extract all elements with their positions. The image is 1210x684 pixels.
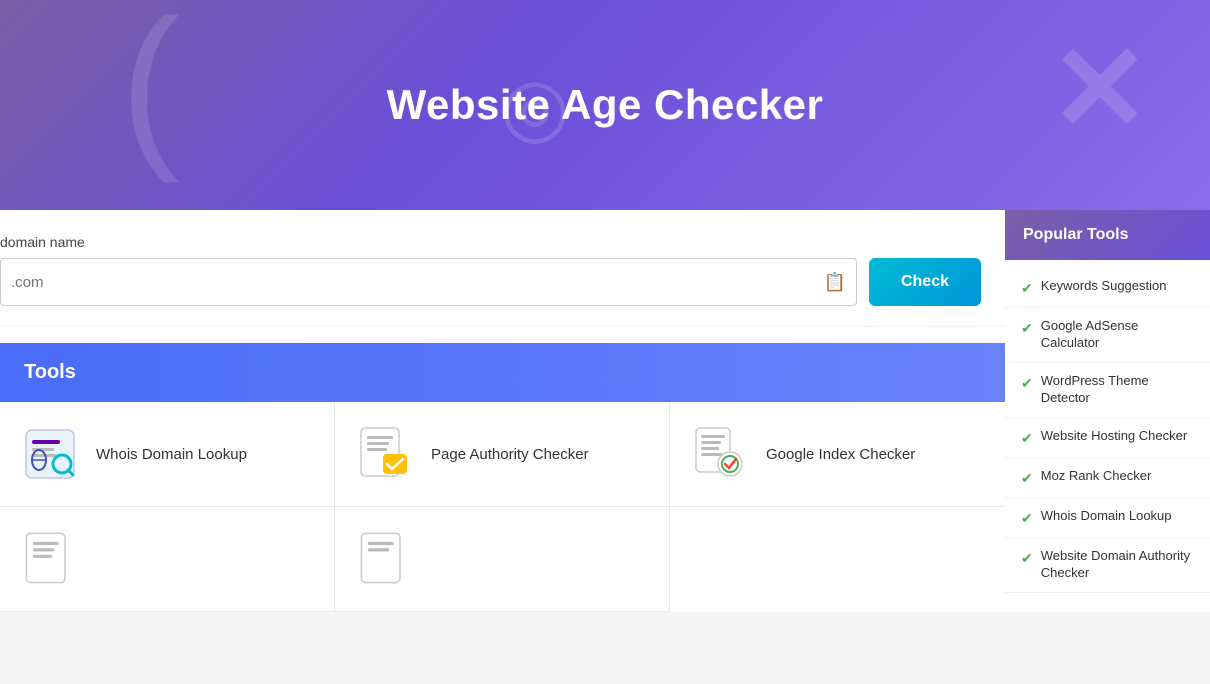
search-label: domain name [0, 234, 981, 250]
sidebar-item-label-7: Website Domain Authority Checker [1041, 548, 1194, 582]
tool-name-google-index: Google Index Checker [766, 446, 915, 463]
google-index-icon [690, 424, 750, 484]
tool4-icon [20, 529, 80, 589]
main-container: domain name 📋 Check Tools [0, 210, 1210, 612]
domain-input[interactable] [11, 274, 824, 291]
check-icon-5: ✔ [1021, 469, 1033, 487]
sidebar: Popular Tools ✔ Keywords Suggestion ✔ Go… [1005, 210, 1210, 612]
sidebar-item-adsense[interactable]: ✔ Google AdSense Calculator [1005, 308, 1210, 363]
content-area: domain name 📋 Check Tools [0, 210, 1005, 612]
tool-card-page-authority[interactable]: Page Authority Checker [335, 402, 670, 507]
sidebar-item-hosting[interactable]: ✔ Website Hosting Checker [1005, 418, 1210, 458]
tool-card-4[interactable] [0, 507, 335, 612]
sidebar-item-wordpress[interactable]: ✔ WordPress Theme Detector [1005, 363, 1210, 418]
sidebar-item-label-3: WordPress Theme Detector [1041, 373, 1194, 407]
deco-x: ✕ [1049, 20, 1150, 159]
sidebar-item-whois[interactable]: ✔ Whois Domain Lookup [1005, 498, 1210, 538]
tools-heading: Tools [24, 361, 981, 384]
search-section: domain name 📋 Check [0, 210, 1005, 327]
hero-banner: ( ◎ ✕ Website Age Checker [0, 0, 1210, 210]
tools-grid: Whois Domain Lookup Page Authority Chec [0, 402, 1005, 612]
check-icon-6: ✔ [1021, 509, 1033, 527]
search-row: 📋 Check [0, 258, 981, 306]
sidebar-list: ✔ Keywords Suggestion ✔ Google AdSense C… [1005, 260, 1210, 601]
page-authority-icon [355, 424, 415, 484]
tool-card-google-index[interactable]: Google Index Checker [670, 402, 1005, 507]
sidebar-header: Popular Tools [1005, 210, 1210, 260]
check-icon-1: ✔ [1021, 279, 1033, 297]
sidebar-item-domain-authority[interactable]: ✔ Website Domain Authority Checker [1005, 538, 1210, 593]
check-icon-2: ✔ [1021, 319, 1033, 337]
page-title: Website Age Checker [387, 81, 824, 129]
check-icon-4: ✔ [1021, 429, 1033, 447]
clipboard-icon[interactable]: 📋 [824, 272, 846, 293]
tool-card-5[interactable] [335, 507, 670, 612]
sidebar-item-label-4: Website Hosting Checker [1041, 428, 1187, 445]
sidebar-item-label-5: Moz Rank Checker [1041, 468, 1152, 485]
tool-name-whois: Whois Domain Lookup [96, 446, 247, 463]
sidebar-title: Popular Tools [1023, 226, 1192, 244]
tool5-icon [355, 529, 415, 589]
search-input-wrap: 📋 [0, 258, 857, 306]
check-icon-3: ✔ [1021, 374, 1033, 392]
tool-name-page-authority: Page Authority Checker [431, 446, 589, 463]
check-button[interactable]: Check [869, 258, 981, 306]
sidebar-item-label-1: Keywords Suggestion [1041, 278, 1167, 295]
whois-icon [20, 424, 80, 484]
sidebar-item-label-2: Google AdSense Calculator [1041, 318, 1194, 352]
sidebar-item-keywords[interactable]: ✔ Keywords Suggestion [1005, 268, 1210, 308]
sidebar-item-moz[interactable]: ✔ Moz Rank Checker [1005, 458, 1210, 498]
sidebar-item-label-6: Whois Domain Lookup [1041, 508, 1172, 525]
tools-banner: Tools [0, 343, 1005, 402]
tool-card-whois[interactable]: Whois Domain Lookup [0, 402, 335, 507]
deco-paren: ( [120, 0, 180, 187]
check-icon-7: ✔ [1021, 549, 1033, 567]
